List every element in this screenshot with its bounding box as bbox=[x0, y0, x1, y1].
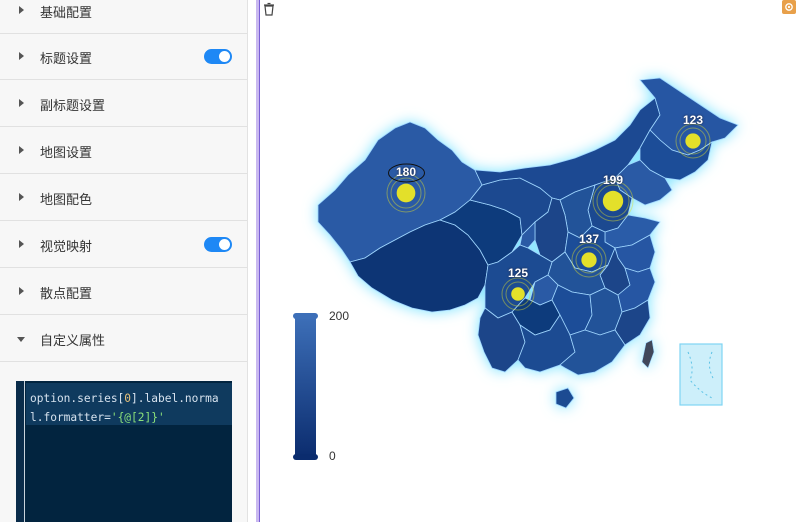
visual-map[interactable] bbox=[293, 313, 318, 460]
scatter-dot[interactable] bbox=[396, 183, 416, 203]
visual-map-max-label: 200 bbox=[329, 309, 350, 323]
scatter-dot[interactable] bbox=[581, 252, 597, 268]
map-provinces bbox=[317, 77, 739, 409]
scatter-value-label: 180 bbox=[395, 165, 417, 179]
scatter-value-label: 199 bbox=[602, 173, 624, 187]
south-china-sea-inset bbox=[679, 343, 723, 406]
province-taiwan[interactable] bbox=[641, 339, 655, 369]
china-map bbox=[293, 77, 739, 460]
scatter-dot[interactable] bbox=[685, 133, 701, 149]
province-hainan[interactable] bbox=[555, 387, 575, 409]
visual-map-min-label: 0 bbox=[329, 449, 336, 463]
scatter-value-label: 137 bbox=[578, 232, 600, 246]
scatter-value-label: 123 bbox=[682, 113, 704, 127]
scatter-dot[interactable] bbox=[602, 190, 624, 212]
scatter-dot[interactable] bbox=[511, 287, 525, 301]
scatter-value-label: 125 bbox=[507, 266, 529, 280]
